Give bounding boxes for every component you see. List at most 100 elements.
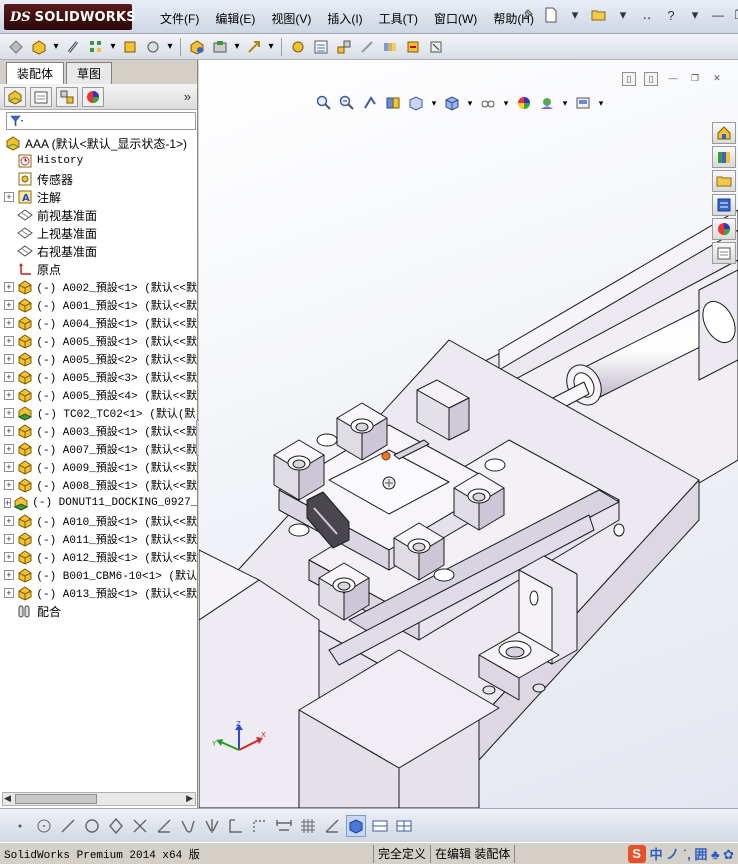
offset-icon[interactable] bbox=[226, 815, 246, 837]
expand-icon[interactable]: + bbox=[4, 498, 12, 508]
dropdown-arrow-icon[interactable]: ▾ bbox=[597, 94, 605, 112]
expand-icon[interactable]: + bbox=[4, 444, 14, 454]
zoom-to-fit-icon[interactable] bbox=[315, 94, 333, 112]
scroll-right-icon[interactable]: ▶ bbox=[186, 793, 193, 804]
view-settings-icon[interactable] bbox=[574, 94, 592, 112]
filter-input[interactable] bbox=[6, 112, 196, 130]
file-explorer-icon[interactable] bbox=[712, 170, 736, 192]
restore-icon[interactable]: ❐ bbox=[732, 7, 738, 23]
show-hidden-icon[interactable] bbox=[187, 37, 207, 57]
tree-node[interactable]: + (-) A003_預設<1> (默认<<默 bbox=[4, 422, 197, 440]
circle-center-icon[interactable] bbox=[34, 815, 54, 837]
feature-manager-tab-icon[interactable] bbox=[4, 86, 26, 107]
scroll-left-icon[interactable]: ◀ bbox=[4, 793, 11, 804]
expand-icon[interactable]: + bbox=[4, 552, 14, 562]
new-document-icon[interactable] bbox=[542, 6, 560, 24]
tree-node[interactable]: 上视基准面 bbox=[4, 224, 197, 242]
tab-sketch[interactable]: 草图 bbox=[66, 62, 113, 84]
tree-node[interactable]: + (-) A012_預設<1> (默认<<默 bbox=[4, 548, 197, 566]
mirror-icon[interactable] bbox=[202, 815, 222, 837]
expand-icon[interactable]: + bbox=[4, 534, 14, 544]
appearances-scenes-icon[interactable] bbox=[712, 218, 736, 240]
expand-icon[interactable]: + bbox=[4, 426, 14, 436]
dropdown-arrow-icon[interactable]: ▾ bbox=[166, 37, 174, 57]
close-icon[interactable]: ✕ bbox=[710, 72, 724, 86]
expand-icon[interactable]: + bbox=[4, 354, 14, 364]
expand-icon[interactable]: + bbox=[4, 282, 14, 292]
shaded-sketch-icon[interactable] bbox=[346, 814, 366, 837]
tree-node[interactable]: + (-) A005_預設<3> (默认<<默 bbox=[4, 368, 197, 386]
expand-icon[interactable]: + bbox=[4, 516, 14, 526]
custom-properties-icon[interactable] bbox=[712, 242, 736, 264]
tree-node[interactable]: + (-) A005_預設<2> (默认<<默 bbox=[4, 350, 197, 368]
clearance-verification-icon[interactable] bbox=[403, 37, 423, 57]
mate-icon[interactable] bbox=[63, 37, 83, 57]
expand-icon[interactable]: + bbox=[4, 192, 14, 202]
view-orientation-icon[interactable] bbox=[407, 94, 425, 112]
tree-node[interactable]: + (-) A008_預設<1> (默认<<默 bbox=[4, 476, 197, 494]
tree-node[interactable]: + (-) A010_預設<1> (默认<<默 bbox=[4, 512, 197, 530]
sketch-fillet-icon[interactable] bbox=[178, 815, 198, 837]
angle-line-icon[interactable] bbox=[154, 815, 174, 837]
sogou-ime-icon[interactable]: S bbox=[627, 844, 646, 863]
tree-node[interactable]: + (-) B001_CBM6-10<1> (默认 bbox=[4, 566, 197, 584]
more-tabs-chevron[interactable]: » bbox=[184, 89, 191, 104]
tree-node[interactable]: + A 注解 bbox=[4, 188, 197, 206]
ime-status-text[interactable]: 中 ノ ˙, 囲 ♣ ✿ bbox=[650, 844, 734, 863]
dropdown-arrow-icon[interactable]: ▾ bbox=[614, 6, 632, 24]
exploded-view-icon[interactable] bbox=[334, 37, 354, 57]
point-icon[interactable] bbox=[10, 815, 30, 837]
angle-dimension-icon[interactable] bbox=[322, 815, 342, 837]
tree-node[interactable]: + (-) A007_預設<1> (默认<<默 bbox=[4, 440, 197, 458]
expand-icon[interactable]: + bbox=[4, 372, 14, 382]
reference-geometry-icon[interactable] bbox=[244, 37, 264, 57]
smart-dimension-icon[interactable] bbox=[274, 815, 294, 837]
edit-appearance-icon[interactable] bbox=[515, 94, 533, 112]
explode-line-sketch-icon[interactable] bbox=[357, 37, 377, 57]
minimize-icon[interactable]: — bbox=[666, 72, 680, 86]
expand-icon[interactable]: + bbox=[4, 588, 14, 598]
design-library-icon[interactable] bbox=[712, 146, 736, 168]
solidworks-logo[interactable]: DS SOLIDWORKS bbox=[4, 4, 136, 30]
tree-node[interactable]: + (-) A004_預設<1> (默认<<默 bbox=[4, 314, 197, 332]
expand-icon[interactable]: + bbox=[4, 390, 14, 400]
grid-icon[interactable] bbox=[298, 815, 318, 837]
tree-node[interactable]: + (-) A002_預設<1> (默认<<默 bbox=[4, 278, 197, 296]
menu-tools[interactable]: 工具(T) bbox=[371, 9, 426, 28]
tree-node[interactable]: + (-) DONUT11_DOCKING_0927_4 bbox=[4, 494, 197, 512]
view-palette-icon[interactable] bbox=[712, 194, 736, 216]
dropdown-arrow-icon[interactable]: ▾ bbox=[267, 37, 275, 57]
line-icon[interactable] bbox=[58, 815, 78, 837]
more-icon[interactable]: ‥ bbox=[638, 6, 656, 24]
smart-fasteners-icon[interactable] bbox=[120, 37, 140, 57]
construction-geometry-icon[interactable] bbox=[250, 815, 270, 837]
tab-assembly[interactable]: 装配体 bbox=[6, 62, 65, 84]
expand-icon[interactable]: + bbox=[4, 570, 14, 580]
open-folder-icon[interactable] bbox=[590, 6, 608, 24]
menu-view[interactable]: 视图(V) bbox=[263, 9, 319, 28]
assembly-features-icon[interactable] bbox=[210, 37, 230, 57]
horizontal-scrollbar[interactable]: ◀ ▶ bbox=[2, 792, 196, 806]
pin-icon[interactable] bbox=[518, 6, 536, 24]
property-manager-tab-icon[interactable] bbox=[30, 86, 52, 107]
expand-icon[interactable]: + bbox=[4, 336, 14, 346]
tree-node[interactable]: + (-) A013_預設<1> (默认<<默 bbox=[4, 584, 197, 602]
menu-window[interactable]: 窗口(W) bbox=[426, 9, 485, 28]
tree-node[interactable]: + (-) A011_預設<1> (默认<<默 bbox=[4, 530, 197, 548]
restore-icon[interactable]: ❐ bbox=[688, 72, 702, 86]
help-question-icon[interactable]: ? bbox=[662, 6, 680, 24]
tree-node[interactable]: + (-) A001_預設<1> (默认<<默 bbox=[4, 296, 197, 314]
dropdown-arrow-icon[interactable]: ▾ bbox=[52, 37, 60, 57]
tree-node[interactable]: + (-) TC02_TC02<1> (默认(默 bbox=[4, 404, 197, 422]
expand-icon[interactable]: + bbox=[4, 462, 14, 472]
menu-edit[interactable]: 编辑(E) bbox=[207, 9, 263, 28]
display-manager-tab-icon[interactable] bbox=[82, 86, 104, 107]
tree-node[interactable]: + (-) A005_預設<1> (默认<<默 bbox=[4, 332, 197, 350]
apply-scene-icon[interactable] bbox=[538, 94, 556, 112]
circle-icon[interactable] bbox=[82, 815, 102, 837]
layout-table-icon[interactable] bbox=[394, 815, 414, 837]
tree-node[interactable]: History bbox=[4, 152, 197, 170]
tree-node[interactable]: 配合 bbox=[4, 602, 197, 620]
graphics-area[interactable]: ▾ ▾ ▾ ▾ ▾ ▯ ▯ — ❐ ✕ Z X Y bbox=[199, 60, 738, 808]
dropdown-arrow-icon[interactable]: ▾ bbox=[686, 6, 704, 24]
